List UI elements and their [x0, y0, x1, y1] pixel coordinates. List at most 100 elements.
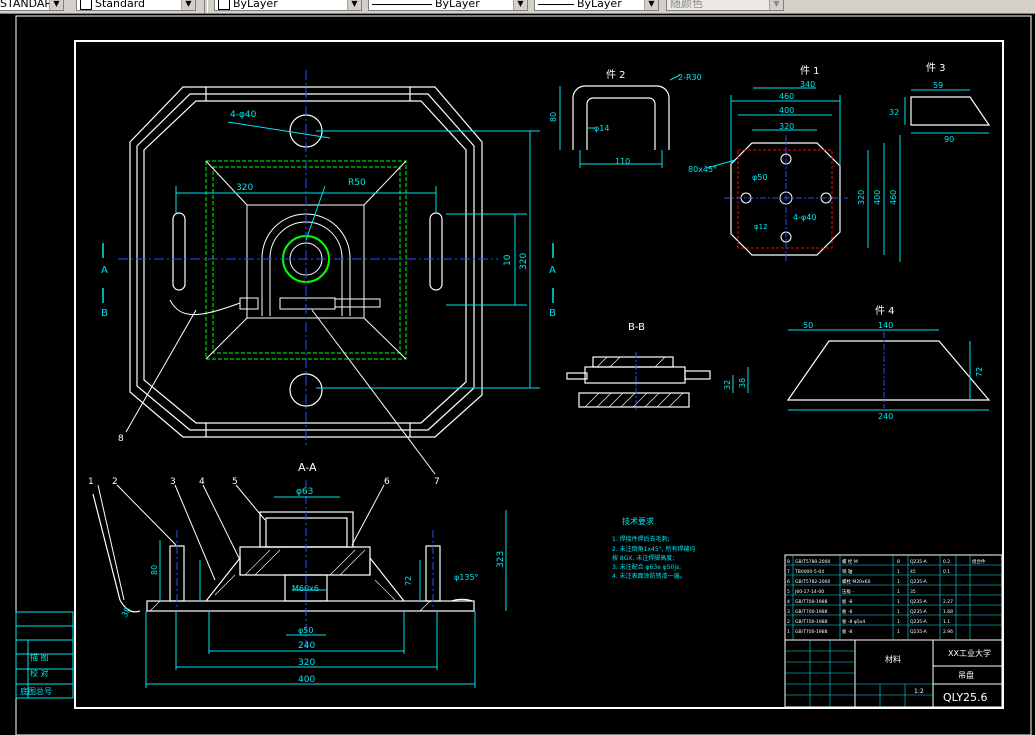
part1-dim-320v: 320	[857, 190, 866, 205]
svg-text:Q235-A: Q235-A	[910, 619, 928, 625]
drawing-canvas[interactable]: 描 图 校 对 底图总号 320 R50 4-φ40 10 320 A B A …	[0, 14, 1035, 735]
balloon-8: 8	[118, 434, 124, 444]
part3-dim-32: 32	[889, 108, 899, 117]
svg-text:1: 1	[897, 579, 900, 585]
svg-text:8: 8	[897, 559, 900, 565]
part1-dim-chamfer: 80x45°	[688, 165, 717, 174]
aa-dim-38: 38	[120, 606, 133, 619]
cad-drawing: 描 图 校 对 底图总号 320 R50 4-φ40 10 320 A B A …	[15, 15, 1032, 735]
aa-dim-M60: M60x6	[292, 584, 319, 593]
dim-style-icon	[80, 0, 92, 10]
chevron-down-icon[interactable]: ▼	[181, 0, 195, 10]
aa-dim-phi63: φ63	[296, 487, 313, 497]
lineweight-value: ByLayer	[577, 0, 622, 10]
svg-text:7: 7	[787, 569, 790, 575]
section-label-A-left: A	[101, 265, 108, 276]
plan-dim-320: 320	[236, 183, 253, 193]
dim-style-value: Standard	[95, 0, 146, 10]
aa-dim-320: 320	[298, 658, 315, 668]
svg-text:GB/T700-1988: GB/T700-1988	[795, 609, 828, 615]
part1-dim-320: 320	[779, 122, 794, 131]
aa-dim-72: 72	[404, 576, 413, 586]
balloon-2: 2	[112, 477, 118, 487]
svg-text:35: 35	[910, 589, 916, 595]
section-label-A-right: A	[549, 265, 556, 276]
balloon-7: 7	[434, 477, 440, 487]
chevron-down-icon[interactable]: ▼	[513, 0, 527, 10]
title-drawing-code: QLY25.6	[943, 691, 988, 704]
svg-text:2.27: 2.27	[943, 599, 953, 605]
text-style-combo[interactable]: STANDARD ▼	[0, 0, 64, 11]
aa-section	[92, 493, 475, 613]
part4-title: 件 4	[875, 305, 895, 317]
aa-dim-400: 400	[298, 675, 315, 685]
balloon-1: 1	[88, 477, 94, 487]
dim-style-combo[interactable]: Standard ▼	[76, 0, 196, 11]
part1-dim-phi12: φ12	[754, 223, 768, 231]
part1-dims	[706, 87, 901, 262]
part3-title: 件 3	[926, 62, 946, 74]
balloon-3: 3	[170, 477, 176, 487]
svg-text:TB0000-5-04: TB0000-5-04	[794, 569, 824, 575]
svg-text:45: 45	[910, 569, 916, 575]
chevron-down-icon[interactable]: ▼	[347, 0, 361, 10]
part1-dim-phi50: φ50	[752, 173, 767, 182]
balloon-4: 4	[199, 477, 205, 487]
notes-line-2: 2. 未注倒角1x45°, 所有焊缝均	[612, 545, 695, 553]
title-school: XX工业大学	[948, 648, 991, 658]
left-label-3: 底图总号	[20, 686, 52, 696]
layer-value: ByLayer	[233, 0, 278, 10]
aa-dim-323: 323	[496, 551, 506, 568]
svg-text:0.1: 0.1	[943, 569, 950, 575]
part2-dim-80: 80	[549, 112, 558, 122]
aa-dim-phi50: φ50	[298, 626, 313, 635]
chevron-down-icon[interactable]: ▼	[644, 0, 658, 10]
svg-text:1: 1	[897, 629, 900, 635]
bom-row: 7 TB0000-5-04 销 轴 1 45 0.1	[787, 568, 950, 575]
plan-dim-320v: 320	[519, 253, 529, 270]
svg-text:Q235-A: Q235-A	[910, 599, 928, 605]
lineweight-line-icon	[538, 3, 574, 5]
svg-text:板 -8: 板 -8	[842, 628, 853, 635]
aa-dim-135: φ135°	[454, 573, 479, 582]
linetype-combo[interactable]: ByLayer ▼	[368, 0, 528, 11]
bb-dim-38: 38	[738, 378, 747, 388]
svg-text:1.1: 1.1	[943, 619, 950, 625]
svg-text:2: 2	[787, 619, 790, 625]
section-label-B-left: B	[101, 308, 108, 319]
bb-section	[566, 356, 711, 408]
balloon-6: 6	[384, 477, 390, 487]
aa-title: A-A	[298, 461, 317, 474]
svg-text:销 轴: 销 轴	[842, 568, 853, 575]
svg-text:1: 1	[897, 569, 900, 575]
plotstyle-combo[interactable]: 随颜色 ▼	[666, 0, 784, 11]
plan-dims	[175, 121, 540, 389]
svg-text:1.68: 1.68	[943, 609, 953, 615]
chevron-down-icon[interactable]: ▼	[49, 0, 63, 10]
part1-title: 件 1	[800, 65, 820, 77]
aa-centerlines	[176, 480, 434, 650]
svg-text:GB/T700-1988: GB/T700-1988	[795, 619, 828, 625]
plotstyle-value: 随颜色	[670, 0, 703, 10]
title-scale: 1:2	[914, 688, 924, 695]
toolbar-separator	[204, 0, 208, 13]
section-label-B-right: B	[549, 308, 556, 319]
svg-text:8: 8	[787, 559, 790, 565]
properties-toolbar: STANDARD ▼ Standard ▼ ByLayer ▼ ByLayer …	[0, 0, 1035, 14]
left-label-2: 校 对	[30, 668, 49, 678]
layer-combo[interactable]: ByLayer ▼	[214, 0, 362, 11]
part2-title: 件 2	[606, 69, 626, 81]
notes-line-3: 按 8GX, 未注焊脚高度;	[612, 554, 674, 562]
chevron-down-icon[interactable]: ▼	[769, 0, 783, 10]
svg-text:GB/T700-1988: GB/T700-1988	[795, 599, 828, 605]
plan-chain	[169, 299, 241, 316]
svg-text:1: 1	[897, 609, 900, 615]
lineweight-combo[interactable]: ByLayer ▼	[534, 0, 659, 11]
title-material: 材料	[885, 654, 901, 664]
notes-title: 技术要求	[622, 516, 654, 526]
linetype-line-icon	[372, 3, 432, 5]
bb-dim-32: 32	[723, 380, 732, 390]
part2-dim-110: 110	[615, 157, 630, 166]
plan-leaders	[125, 309, 436, 475]
aa-dim-80: 80	[150, 565, 159, 575]
